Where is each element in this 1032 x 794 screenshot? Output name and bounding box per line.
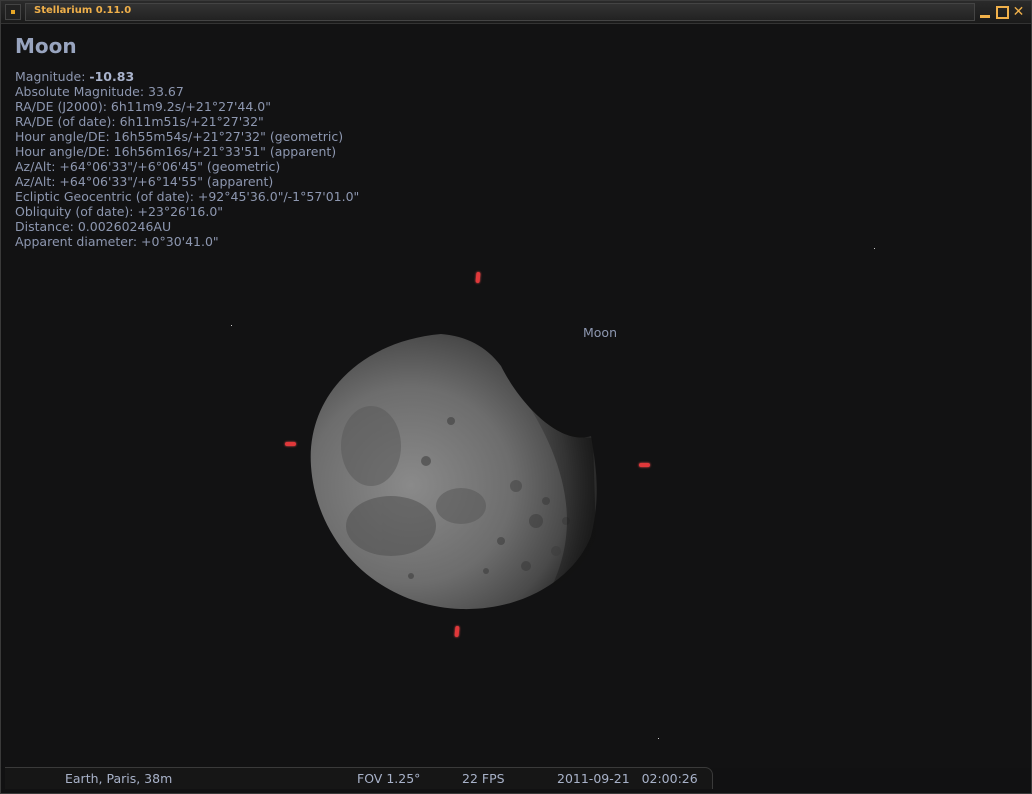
location-status[interactable]: Earth, Paris, 38m bbox=[65, 771, 172, 786]
info-line: Hour angle/DE: 16h56m16s/+21°33'51" (app… bbox=[15, 144, 337, 159]
magnitude-value: -10.83 bbox=[89, 69, 135, 84]
star bbox=[874, 248, 875, 249]
object-name: Moon bbox=[15, 34, 77, 58]
window-menu-button[interactable] bbox=[5, 4, 21, 20]
info-line: Az/Alt: +64°06'33"/+6°06'45" (geometric) bbox=[15, 159, 281, 174]
star bbox=[658, 738, 659, 739]
magnitude-line: Magnitude: -10.83 bbox=[15, 69, 359, 84]
window-title: Stellarium 0.11.0 bbox=[34, 5, 132, 16]
magnitude-label: Magnitude: bbox=[15, 69, 90, 84]
star bbox=[231, 325, 232, 326]
menu-dot-icon bbox=[11, 10, 15, 14]
fps-status: 22 FPS bbox=[462, 771, 505, 786]
selection-pointer-left bbox=[285, 442, 296, 446]
info-line: Apparent diameter: +0°30'41.0" bbox=[15, 234, 219, 249]
info-line: Distance: 0.00260246AU bbox=[15, 219, 172, 234]
status-bar: Earth, Paris, 38m FOV 1.25° 22 FPS 2011-… bbox=[5, 767, 713, 789]
close-button[interactable]: ✕ bbox=[1012, 5, 1025, 19]
info-line: RA/DE (of date): 6h11m51s/+21°27'32" bbox=[15, 114, 264, 129]
datetime-status[interactable]: 2011-09-21 02:00:26 bbox=[557, 771, 698, 786]
stellarium-window: Stellarium 0.11.0 ✕ Moon Magnitude: -10.… bbox=[0, 0, 1032, 794]
info-line: RA/DE (J2000): 6h11m9.2s/+21°27'44.0" bbox=[15, 99, 271, 114]
info-line: Az/Alt: +64°06'33"/+6°14'55" (apparent) bbox=[15, 174, 274, 189]
info-line: Obliquity (of date): +23°26'16.0" bbox=[15, 204, 224, 219]
info-line: Absolute Magnitude: 33.67 bbox=[15, 84, 184, 99]
info-line: Ecliptic Geocentric (of date): +92°45'36… bbox=[15, 189, 360, 204]
minimize-button[interactable] bbox=[979, 6, 992, 19]
object-info-panel: Magnitude: -10.83 Absolute Magnitude: 33… bbox=[15, 69, 359, 249]
fov-status: FOV 1.25° bbox=[357, 771, 421, 786]
info-line: Hour angle/DE: 16h55m54s/+21°27'32" (geo… bbox=[15, 129, 344, 144]
maximize-button[interactable] bbox=[996, 6, 1009, 19]
title-bar[interactable]: Stellarium 0.11.0 ✕ bbox=[1, 1, 1031, 24]
selection-pointer-right bbox=[639, 463, 650, 467]
title-tab: Stellarium 0.11.0 bbox=[25, 3, 975, 21]
moon-disk[interactable] bbox=[301, 326, 631, 616]
